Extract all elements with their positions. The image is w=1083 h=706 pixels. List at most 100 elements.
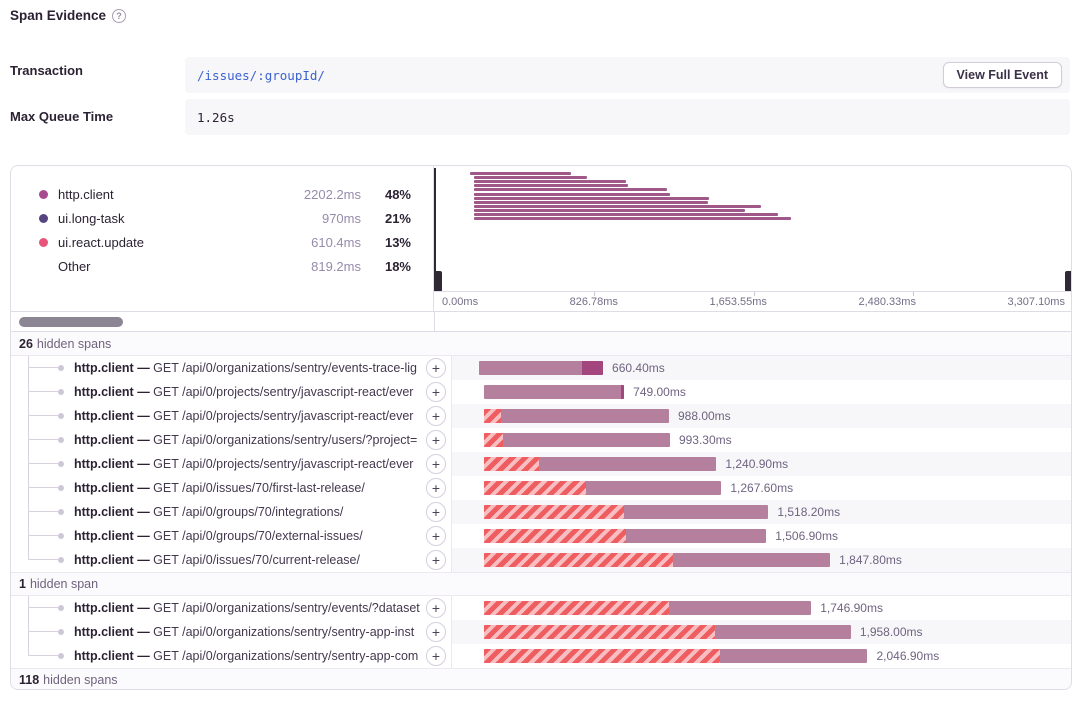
view-full-event-button[interactable]: View Full Event	[943, 62, 1062, 88]
span-row[interactable]: 749.00ms http.client — GET /api/0/projec…	[11, 380, 1071, 404]
scrollbar-thumb[interactable]	[19, 317, 123, 327]
span-bar[interactable]	[484, 649, 868, 663]
legend-row[interactable]: Other 819.2ms 18%	[11, 254, 433, 278]
span-text: http.client — GET /api/0/projects/sentry…	[74, 404, 426, 428]
expand-span-button[interactable]: +	[426, 454, 446, 474]
span-description: GET /api/0/organizations/sentry/sentry-a…	[153, 625, 414, 639]
tree-connector-dot	[58, 533, 64, 539]
span-row-name-area: http.client — GET /api/0/groups/70/integ…	[11, 500, 451, 524]
span-row-chart-area: 1,847.80ms	[451, 548, 1071, 572]
legend-percent: 18%	[375, 259, 411, 274]
hidden-label: hidden spans	[37, 337, 111, 351]
tree-connector-dot	[58, 653, 64, 659]
expand-span-button[interactable]: +	[426, 406, 446, 426]
expand-span-button[interactable]: +	[426, 430, 446, 450]
span-description: GET /api/0/projects/sentry/javascript-re…	[153, 457, 413, 471]
span-row[interactable]: 2,046.90ms http.client — GET /api/0/orga…	[11, 644, 1071, 668]
span-text: http.client — GET /api/0/organizations/s…	[74, 428, 426, 452]
max-queue-value-box: 1.26s	[185, 99, 1070, 135]
tree-connector-horizontal	[28, 487, 58, 488]
help-icon[interactable]: ?	[112, 9, 126, 23]
expand-span-button[interactable]: +	[426, 382, 446, 402]
span-row-chart-area: 660.40ms	[451, 356, 1071, 380]
expand-span-button[interactable]: +	[426, 502, 446, 522]
span-row-name-area: http.client — GET /api/0/groups/70/exter…	[11, 524, 451, 548]
expand-span-button[interactable]: +	[426, 622, 446, 642]
span-row[interactable]: 1,746.90ms http.client — GET /api/0/orga…	[11, 596, 1071, 620]
minimap-handle-left[interactable]	[434, 168, 442, 291]
span-row-chart-area: 1,240.90ms	[451, 452, 1071, 476]
span-op: http.client —	[74, 553, 153, 567]
tree-connector-vertical	[28, 428, 29, 452]
span-row-name-area: http.client — GET /api/0/organizations/s…	[11, 596, 451, 620]
span-row[interactable]: 1,958.00ms http.client — GET /api/0/orga…	[11, 620, 1071, 644]
tree-connector-dot	[58, 605, 64, 611]
span-description: GET /api/0/organizations/sentry/sentry-a…	[153, 649, 418, 663]
span-row[interactable]: 993.30ms http.client — GET /api/0/organi…	[11, 428, 1071, 452]
legend-duration: 819.2ms	[311, 259, 361, 274]
tree-connector-horizontal	[28, 439, 58, 440]
span-op: http.client —	[74, 433, 153, 447]
tree-connector-vertical	[28, 476, 29, 500]
expand-span-button[interactable]: +	[426, 598, 446, 618]
span-duration-label: 660.40ms	[612, 356, 665, 380]
legend-row[interactable]: ui.react.update 610.4ms 13%	[11, 230, 433, 254]
span-bar[interactable]	[484, 625, 851, 639]
legend-row[interactable]: ui.long-task 970ms 21%	[11, 206, 433, 230]
span-queue-hatch	[484, 505, 624, 519]
span-row[interactable]: 660.40ms http.client — GET /api/0/organi…	[11, 356, 1071, 380]
span-queue-hatch	[484, 457, 539, 471]
span-row[interactable]: 1,847.80ms http.client — GET /api/0/issu…	[11, 548, 1071, 572]
span-bar[interactable]	[479, 361, 603, 375]
span-row[interactable]: 1,267.60ms http.client — GET /api/0/issu…	[11, 476, 1071, 500]
span-bar[interactable]	[484, 385, 624, 399]
span-queue-hatch	[484, 649, 720, 663]
hidden-spans-footer: 118 hidden spans	[11, 668, 1071, 690]
tree-connector-vertical	[28, 404, 29, 428]
span-row-name-area: http.client — GET /api/0/projects/sentry…	[11, 452, 451, 476]
max-queue-label: Max Queue Time	[10, 109, 113, 124]
span-row[interactable]: 1,506.90ms http.client — GET /api/0/grou…	[11, 524, 1071, 548]
transaction-label: Transaction	[10, 63, 83, 78]
span-bar[interactable]	[484, 433, 670, 447]
time-axis: 0.00ms826.78ms1,653.55ms2,480.33ms3,307.…	[434, 291, 1072, 311]
tree-connector-horizontal	[28, 631, 58, 632]
span-op: http.client —	[74, 505, 153, 519]
span-row-name-area: http.client — GET /api/0/projects/sentry…	[11, 404, 451, 428]
tree-connector-vertical	[28, 452, 29, 476]
span-bar[interactable]	[484, 529, 767, 543]
tree-connector-dot	[58, 437, 64, 443]
span-duration-label: 1,506.90ms	[775, 524, 838, 548]
page-title: Span Evidence ?	[10, 8, 126, 23]
span-row[interactable]: 1,518.20ms http.client — GET /api/0/grou…	[11, 500, 1071, 524]
span-text: http.client — GET /api/0/organizations/s…	[74, 620, 426, 644]
span-row[interactable]: 1,240.90ms http.client — GET /api/0/proj…	[11, 452, 1071, 476]
span-row[interactable]: 988.00ms http.client — GET /api/0/projec…	[11, 404, 1071, 428]
span-bar-dark-cap	[582, 361, 603, 375]
expand-span-button[interactable]: +	[426, 478, 446, 498]
legend-name: ui.long-task	[58, 211, 124, 226]
span-row-chart-area: 988.00ms	[451, 404, 1071, 428]
minimap-handle-right[interactable]	[1065, 168, 1072, 291]
span-bar[interactable]	[484, 409, 669, 423]
span-bar[interactable]	[484, 505, 769, 519]
span-bar[interactable]	[484, 457, 717, 471]
span-text: http.client — GET /api/0/issues/70/first…	[74, 476, 426, 500]
expand-span-button[interactable]: +	[426, 358, 446, 378]
tree-connector-dot	[58, 389, 64, 395]
expand-span-button[interactable]: +	[426, 526, 446, 546]
span-row-name-area: http.client — GET /api/0/issues/70/first…	[11, 476, 451, 500]
expand-span-button[interactable]: +	[426, 550, 446, 570]
minimap	[434, 166, 1072, 291]
horizontal-scrollbar[interactable]	[11, 311, 1071, 332]
span-bar[interactable]	[484, 601, 812, 615]
minimap-handle-right-line	[1071, 168, 1072, 273]
tree-connector-horizontal	[28, 559, 58, 560]
span-text: http.client — GET /api/0/projects/sentry…	[74, 380, 426, 404]
tree-connector-vertical	[28, 620, 29, 644]
legend-row[interactable]: http.client 2202.2ms 48%	[11, 182, 433, 206]
span-op: http.client —	[74, 481, 153, 495]
expand-span-button[interactable]: +	[426, 646, 446, 666]
span-bar[interactable]	[484, 553, 830, 567]
span-bar[interactable]	[484, 481, 722, 495]
